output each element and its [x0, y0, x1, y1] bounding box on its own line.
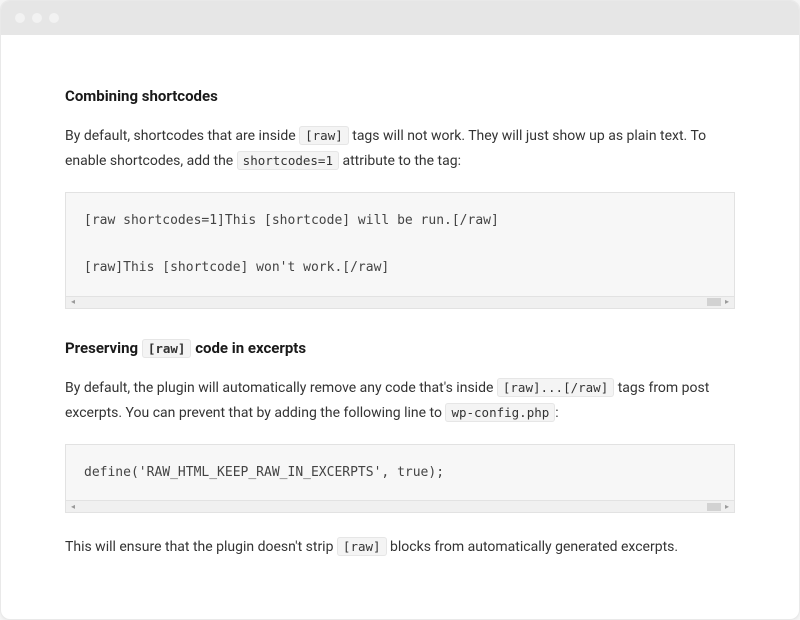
zoom-icon[interactable]	[49, 13, 59, 23]
scroll-right-icon[interactable]: ▸	[722, 298, 732, 306]
document-body: Combining shortcodes By default, shortco…	[1, 35, 799, 619]
scroll-left-icon[interactable]: ◂	[68, 298, 78, 306]
text: attribute to the tag:	[339, 153, 461, 169]
text: code in excerpts	[191, 339, 306, 357]
scrollbar-thumb[interactable]	[707, 503, 721, 511]
scrollbar-thumb[interactable]	[707, 298, 721, 306]
text: By default, the plugin will automaticall…	[65, 380, 497, 396]
scroll-right-icon[interactable]: ▸	[722, 503, 732, 511]
inline-code-raw-tag: [raw]	[299, 126, 349, 145]
heading-preserving-excerpts: Preserving [raw] code in excerpts	[65, 335, 735, 362]
inline-code-shortcodes-attr: shortcodes=1	[237, 151, 339, 170]
paragraph-combining-intro: By default, shortcodes that are inside […	[65, 124, 735, 174]
inline-code-raw-range: [raw]...[/raw]	[497, 378, 614, 397]
codeblock-define-constant: define('RAW_HTML_KEEP_RAW_IN_EXCERPTS', …	[65, 444, 735, 513]
section-preserving-excerpts: Preserving [raw] code in excerpts By def…	[65, 335, 735, 561]
text: This will ensure that the plugin doesn't…	[65, 539, 337, 555]
scrollbar-track[interactable]	[79, 298, 721, 306]
section-combining-shortcodes: Combining shortcodes By default, shortco…	[65, 83, 735, 309]
traffic-lights	[15, 13, 59, 23]
scrollbar-track[interactable]	[79, 503, 721, 511]
inline-code-wp-config: wp-config.php	[445, 403, 555, 422]
text: blocks from automatically generated exce…	[387, 539, 679, 555]
text: :	[555, 405, 558, 421]
inline-code-raw-heading: [raw]	[142, 339, 192, 358]
titlebar	[1, 1, 799, 35]
minimize-icon[interactable]	[32, 13, 42, 23]
horizontal-scrollbar[interactable]: ◂ ▸	[65, 501, 735, 513]
paragraph-excerpts-note: This will ensure that the plugin doesn't…	[65, 535, 735, 560]
code-shortcodes-example[interactable]: [raw shortcodes=1]This [shortcode] will …	[65, 192, 735, 296]
scroll-left-icon[interactable]: ◂	[68, 503, 78, 511]
window-frame: Combining shortcodes By default, shortco…	[0, 0, 800, 620]
code-define-constant[interactable]: define('RAW_HTML_KEEP_RAW_IN_EXCERPTS', …	[65, 444, 735, 501]
heading-combining-shortcodes: Combining shortcodes	[65, 83, 735, 110]
inline-code-raw-note: [raw]	[337, 537, 387, 556]
codeblock-shortcodes-example: [raw shortcodes=1]This [shortcode] will …	[65, 192, 735, 308]
paragraph-excerpts-intro: By default, the plugin will automaticall…	[65, 376, 735, 426]
horizontal-scrollbar[interactable]: ◂ ▸	[65, 297, 735, 309]
text: Preserving	[65, 339, 142, 357]
close-icon[interactable]	[15, 13, 25, 23]
text: By default, shortcodes that are inside	[65, 128, 299, 144]
